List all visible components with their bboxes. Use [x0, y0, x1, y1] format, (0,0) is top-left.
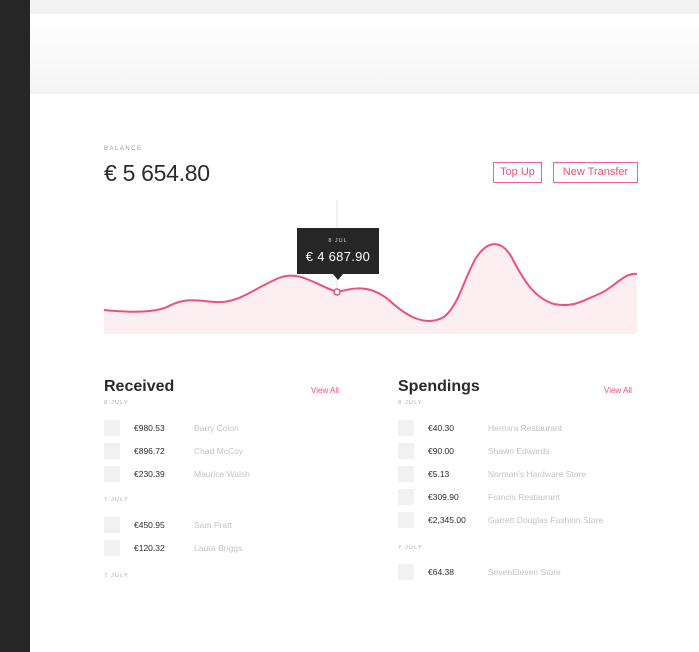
- item-amount: €896.72: [134, 446, 165, 456]
- item-name: Francis Restaurant: [488, 492, 560, 502]
- list-item[interactable]: €309.90 Francis Restaurant: [398, 489, 638, 505]
- received-group-date: 7 JULY: [104, 497, 129, 503]
- avatar: [104, 540, 120, 556]
- list-item[interactable]: €64.38 SevenEleven Store: [398, 564, 638, 580]
- avatar: [398, 512, 414, 528]
- tooltip-value: € 4 687.90: [305, 249, 371, 264]
- spendings-title: Spendings: [398, 378, 480, 395]
- top-up-button[interactable]: Top Up: [493, 162, 542, 183]
- avatar: [398, 466, 414, 482]
- list-item[interactable]: €980.53 Barry Colon: [104, 420, 304, 436]
- item-amount: €980.53: [134, 423, 165, 433]
- item-name: Hermira Restaurant: [488, 423, 563, 433]
- list-item[interactable]: €450.95 Sam Pratt: [104, 517, 304, 533]
- item-amount: €40.30: [428, 423, 454, 433]
- item-amount: €5.13: [428, 469, 450, 479]
- avatar: [398, 564, 414, 580]
- avatar: [398, 489, 414, 505]
- received-title: Received: [104, 378, 175, 395]
- chart-tooltip: 8 JUL € 4 687.90: [297, 228, 379, 280]
- tooltip-date: 8 JUL: [328, 238, 348, 244]
- item-name: SevenEleven Store: [488, 567, 561, 577]
- received-group-date: 8 JULY: [104, 400, 129, 406]
- item-name: Maurice Walsh: [194, 469, 250, 479]
- list-item[interactable]: €2,345.00 Garrett Douglas Fashion Store: [398, 512, 638, 528]
- list-item[interactable]: €230.39 Maurice Walsh: [104, 466, 304, 482]
- balance-label: BALANCE: [104, 146, 143, 152]
- spendings-group-date: 7 JULY: [398, 545, 423, 551]
- sidebar: [0, 0, 30, 652]
- received-group-date: 7 JULY: [104, 573, 129, 579]
- item-name: Chad McCoy: [194, 446, 244, 456]
- top-bar: [30, 14, 699, 94]
- item-amount: €64.38: [428, 567, 454, 577]
- new-transfer-button[interactable]: New Transfer: [553, 162, 638, 183]
- item-amount: €309.90: [428, 492, 459, 502]
- item-amount: €90.00: [428, 446, 454, 456]
- item-amount: €450.95: [134, 520, 165, 530]
- chart-point-marker: [333, 288, 341, 296]
- avatar: [398, 443, 414, 459]
- avatar: [104, 420, 120, 436]
- item-name: Shawn Edwards: [488, 446, 550, 456]
- list-item[interactable]: €90.00 Shawn Edwards: [398, 443, 638, 459]
- app-window: BALANCE € 5 654.80 Top Up New Transfer 8…: [30, 14, 699, 652]
- list-item[interactable]: €40.30 Hermira Restaurant: [398, 420, 638, 436]
- balance-value: € 5 654.80: [104, 160, 210, 186]
- item-amount: €120.32: [134, 543, 165, 553]
- list-item[interactable]: €120.32 Laura Briggs: [104, 540, 304, 556]
- list-item[interactable]: €896.72 Chad McCoy: [104, 443, 304, 459]
- item-amount: €2,345.00: [428, 515, 466, 525]
- avatar: [104, 443, 120, 459]
- list-item[interactable]: €5.13 Norman's Hardware Store: [398, 466, 638, 482]
- item-name: Laura Briggs: [194, 543, 243, 553]
- avatar: [104, 466, 120, 482]
- spendings-group-date: 8 JULY: [398, 400, 423, 406]
- received-view-all-link[interactable]: View All: [311, 386, 339, 395]
- item-name: Sam Pratt: [194, 520, 232, 530]
- item-name: Barry Colon: [194, 423, 239, 433]
- item-name: Norman's Hardware Store: [488, 469, 586, 479]
- item-name: Garrett Douglas Fashion Store: [488, 515, 604, 525]
- item-amount: €230.39: [134, 469, 165, 479]
- spendings-view-all-link[interactable]: View All: [604, 386, 632, 395]
- avatar: [398, 420, 414, 436]
- avatar: [104, 517, 120, 533]
